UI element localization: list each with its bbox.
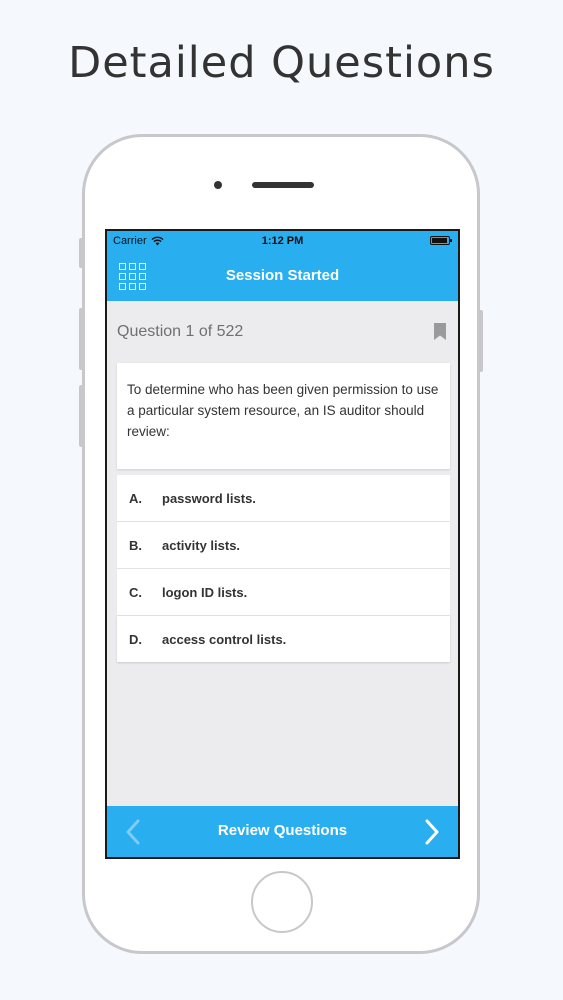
option-d[interactable]: D. access control lists.: [117, 616, 450, 662]
option-text: password lists.: [162, 490, 256, 506]
phone-volume-up: [79, 308, 83, 370]
phone-volume-down: [79, 385, 83, 447]
battery-icon: [430, 236, 452, 245]
phone-speaker: [252, 182, 314, 188]
question-counter: Question 1 of 522: [117, 323, 244, 340]
bottom-bar: Review Questions: [107, 806, 458, 857]
phone-power-button: [479, 310, 483, 372]
phone-home-button[interactable]: [251, 871, 313, 933]
phone-mute-switch: [79, 238, 83, 268]
option-letter: D.: [129, 631, 142, 647]
status-time: 1:12 PM: [261, 235, 304, 247]
status-bar: Carrier 1:12 PM: [107, 231, 458, 251]
promo-title: Detailed Questions: [68, 38, 495, 88]
question-text: To determine who has been given permissi…: [127, 382, 439, 439]
option-text: logon ID lists.: [162, 584, 248, 600]
chevron-right-icon[interactable]: [424, 819, 440, 845]
nav-bar: Session Started: [107, 251, 458, 301]
phone-camera: [214, 181, 222, 189]
option-letter: C.: [129, 584, 142, 600]
option-text: activity lists.: [162, 537, 241, 553]
option-c[interactable]: C. logon ID lists.: [117, 569, 450, 616]
bookmark-icon[interactable]: [434, 323, 446, 340]
nav-title: Session Started: [225, 267, 340, 284]
option-a[interactable]: A. password lists.: [117, 475, 450, 522]
option-letter: B.: [129, 537, 142, 553]
app-screen: Carrier 1:12 PM Session Started Question…: [105, 229, 460, 859]
option-letter: A.: [129, 490, 142, 506]
review-questions-button[interactable]: Review Questions: [107, 822, 458, 839]
answer-options: A. password lists. B. activity lists. C.…: [117, 475, 450, 662]
option-b[interactable]: B. activity lists.: [117, 522, 450, 569]
option-text: access control lists.: [162, 631, 287, 647]
question-card: To determine who has been given permissi…: [117, 363, 450, 469]
